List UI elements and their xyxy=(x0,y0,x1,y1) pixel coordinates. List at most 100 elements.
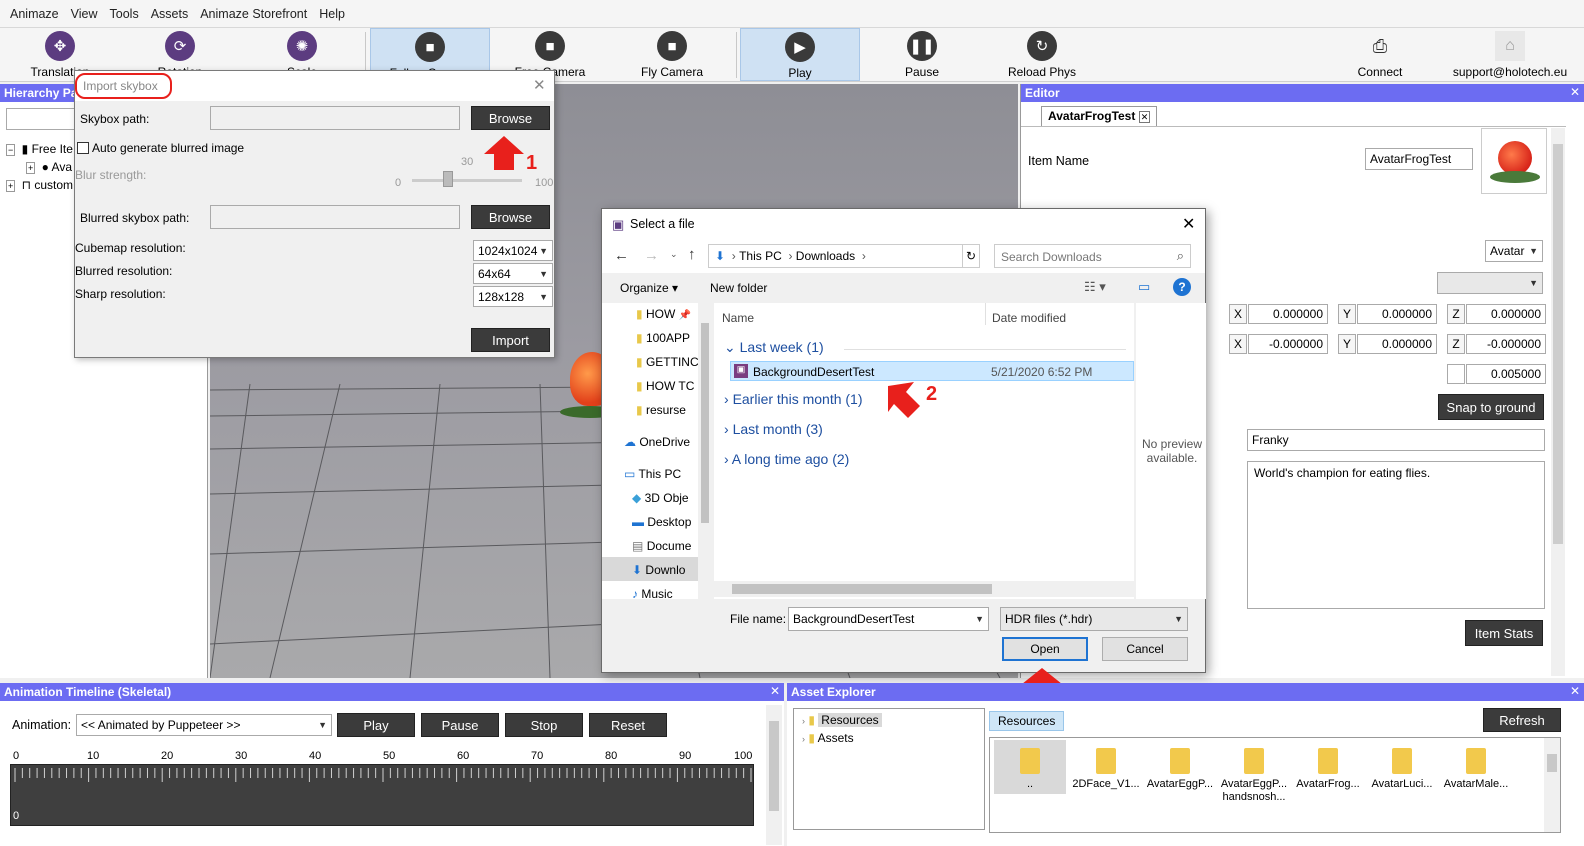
item-name-field[interactable]: AvatarFrogTest xyxy=(1365,148,1473,170)
timeline-ruler[interactable]: 0 10 20 30 40 50 60 70 80 90 100 0 xyxy=(10,748,754,828)
column-date-modified[interactable]: Date modified xyxy=(992,311,1066,325)
close-icon[interactable]: ✕ xyxy=(1138,111,1151,123)
account-button[interactable]: ⌂ support@holotech.eu xyxy=(1440,28,1580,81)
close-icon[interactable]: ✕ xyxy=(533,76,546,94)
nav-item-getting[interactable]: ▮ GETTINC xyxy=(636,355,699,369)
nav-item-3d-objects[interactable]: ◆ 3D Obje xyxy=(632,491,689,505)
nav-item-how[interactable]: ▮ HOW 📌 xyxy=(636,307,691,321)
menu-storefront[interactable]: Animaze Storefront xyxy=(200,7,307,21)
rot-y-input[interactable]: 0.000000 xyxy=(1357,334,1437,354)
cancel-button[interactable]: Cancel xyxy=(1102,637,1188,661)
timeline-pause-button[interactable]: Pause xyxy=(421,713,499,737)
menu-view[interactable]: View xyxy=(71,7,98,21)
item-type-select[interactable]: Avatar ▼ xyxy=(1485,240,1543,262)
asset-tree-resources[interactable]: › ▮ Resources xyxy=(802,713,882,727)
pos-z-input[interactable]: 0.000000 xyxy=(1466,304,1546,324)
open-button[interactable]: Open xyxy=(1002,637,1088,661)
animation-select[interactable]: << Animated by Puppeteer >> ▼ xyxy=(76,714,332,736)
group-earlier-this-month[interactable]: › Earlier this month (1) xyxy=(724,391,863,407)
asset-item-avatar-frog[interactable]: AvatarFrog... xyxy=(1290,740,1366,790)
group-last-month[interactable]: › Last month (3) xyxy=(724,421,823,437)
asset-item-parent[interactable]: .. xyxy=(994,740,1066,790)
organize-button[interactable]: Organize ▾ xyxy=(620,281,678,295)
scale-lock[interactable] xyxy=(1447,364,1465,384)
nav-item-downloads[interactable]: ⬇ Downlo xyxy=(632,563,685,577)
asset-tree-assets[interactable]: › ▮ Assets xyxy=(802,731,854,745)
nav-item-documents[interactable]: ▤ Docume xyxy=(632,539,691,553)
reload-phys-button[interactable]: ↻ Reload Phys xyxy=(992,28,1092,81)
timeline-stop-button[interactable]: Stop xyxy=(505,713,583,737)
address-bar[interactable]: ⬇ › This PC › Downloads › ▼ xyxy=(708,244,980,268)
browse-skybox-button[interactable]: Browse xyxy=(471,106,550,130)
blurred-res-select[interactable]: 64x64 ▼ xyxy=(473,263,553,284)
group-long-ago[interactable]: › A long time ago (2) xyxy=(724,451,849,467)
up-arrow-icon[interactable]: ↑ xyxy=(688,246,696,263)
nav-item-100app[interactable]: ▮ 100APP xyxy=(636,331,690,345)
nav-item-how-to[interactable]: ▮ HOW TC xyxy=(636,379,694,393)
rot-z-input[interactable]: -0.000000 xyxy=(1466,334,1546,354)
close-icon[interactable]: ✕ xyxy=(1182,214,1195,234)
asset-item-avatar-male[interactable]: AvatarMale... xyxy=(1438,740,1514,790)
close-icon[interactable]: ✕ xyxy=(770,684,780,698)
display-name-field[interactable]: Franky xyxy=(1247,429,1545,451)
asset-item-2dface[interactable]: 2DFace_V1... xyxy=(1068,740,1144,790)
nav-item-this-pc[interactable]: ▭ This PC xyxy=(624,467,681,481)
play-button[interactable]: ▶ Play xyxy=(740,28,860,81)
description-textarea[interactable]: World's champion for eating flies. xyxy=(1247,461,1545,609)
blur-slider-handle[interactable] xyxy=(443,171,453,187)
pos-x-input[interactable]: 0.000000 xyxy=(1248,304,1328,324)
asset-breadcrumb-resources[interactable]: Resources xyxy=(989,711,1065,731)
preview-pane-icon[interactable]: ▭ xyxy=(1138,279,1150,295)
menu-animaze[interactable]: Animaze xyxy=(10,7,59,21)
new-folder-button[interactable]: New folder xyxy=(710,281,767,295)
help-icon[interactable]: ? xyxy=(1173,278,1191,296)
refresh-button[interactable]: Refresh xyxy=(1483,708,1561,732)
file-type-select[interactable]: HDR files (*.hdr) ▼ xyxy=(1000,607,1188,631)
search-downloads-input[interactable]: Search Downloads ⌕ xyxy=(994,244,1191,268)
chevron-down-icon[interactable]: ⌄ xyxy=(670,249,678,260)
pause-button[interactable]: ❚❚ Pause xyxy=(872,28,972,81)
view-options-icon[interactable]: ☷ ▾ xyxy=(1084,279,1106,295)
forward-arrow-icon[interactable]: → xyxy=(644,247,659,264)
group-last-week[interactable]: ⌄ Last week (1) xyxy=(724,339,824,356)
tree-item-avatar[interactable]: + ● Ava xyxy=(26,160,72,174)
close-icon[interactable]: ✕ xyxy=(1570,85,1580,99)
item-stats-button[interactable]: Item Stats xyxy=(1465,620,1543,646)
asset-item-avatar-egg-2[interactable]: AvatarEggP... handsnosh... xyxy=(1216,740,1292,804)
skybox-path-input[interactable] xyxy=(210,106,460,130)
close-icon[interactable]: ✕ xyxy=(1570,684,1580,698)
pos-y-input[interactable]: 0.000000 xyxy=(1357,304,1437,324)
nav-item-resurse[interactable]: ▮ resurse xyxy=(636,403,686,417)
connect-button[interactable]: ⎙ Connect xyxy=(1340,28,1420,81)
blurred-path-input[interactable] xyxy=(210,205,460,229)
tab-avatar-frog-test[interactable]: AvatarFrogTest ✕ xyxy=(1041,106,1158,126)
menu-assets[interactable]: Assets xyxy=(151,7,189,21)
browse-blurred-button[interactable]: Browse xyxy=(471,205,550,229)
timeline-scrollbar[interactable] xyxy=(766,705,782,845)
sharp-res-select[interactable]: 128x128 ▼ xyxy=(473,286,553,307)
import-button[interactable]: Import xyxy=(471,328,550,352)
refresh-icon[interactable]: ↻ xyxy=(962,244,980,268)
rot-x-input[interactable]: -0.000000 xyxy=(1248,334,1328,354)
column-name[interactable]: Name xyxy=(722,311,754,325)
cubemap-select[interactable]: 1024x1024 ▼ xyxy=(473,240,553,261)
blur-slider-track[interactable] xyxy=(412,179,522,182)
menu-help[interactable]: Help xyxy=(319,7,345,21)
file-list-hscrollbar[interactable] xyxy=(714,581,1134,597)
editor-scrollbar[interactable] xyxy=(1551,128,1565,676)
back-arrow-icon[interactable]: ← xyxy=(614,247,629,264)
auto-blur-checkbox[interactable] xyxy=(77,142,89,154)
menu-tools[interactable]: Tools xyxy=(110,7,139,21)
nav-item-onedrive[interactable]: ☁ OneDrive xyxy=(624,435,690,449)
fly-camera-button[interactable]: ■ Fly Camera xyxy=(622,28,722,81)
nav-item-desktop[interactable]: ▬ Desktop xyxy=(632,515,691,529)
nav-scrollbar[interactable] xyxy=(698,303,712,599)
scale-input[interactable]: 0.005000 xyxy=(1466,364,1546,384)
snap-to-ground-button[interactable]: Snap to ground xyxy=(1438,394,1544,420)
asset-grid-scrollbar[interactable] xyxy=(1544,738,1560,832)
asset-item-avatar-egg-1[interactable]: AvatarEggP... xyxy=(1142,740,1218,790)
tree-item-custom[interactable]: + ⊓ custom xyxy=(6,178,73,192)
file-name-input[interactable]: BackgroundDesertTest ▼ xyxy=(788,607,989,631)
timeline-reset-button[interactable]: Reset xyxy=(589,713,667,737)
nav-item-music[interactable]: ♪ Music xyxy=(632,587,673,601)
